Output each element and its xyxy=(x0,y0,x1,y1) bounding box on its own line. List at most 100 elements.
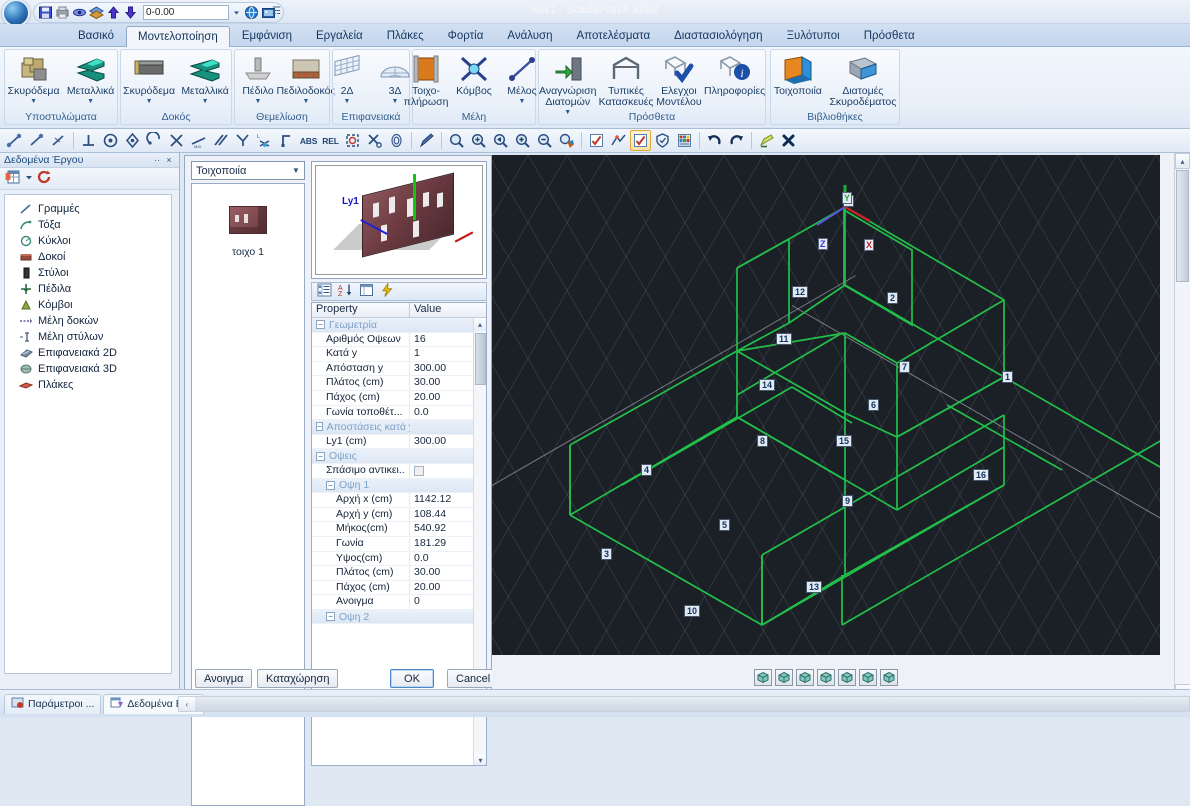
checkbox[interactable] xyxy=(414,465,424,476)
node-label[interactable]: 2 xyxy=(887,292,899,304)
property-pages-icon[interactable] xyxy=(359,283,374,300)
scroll-up-icon[interactable]: ▴ xyxy=(1175,153,1190,169)
chevron-down-icon[interactable]: ▼ xyxy=(30,98,37,105)
chevron-down-icon[interactable]: ▼ xyxy=(288,166,304,175)
collapse-expander-icon[interactable]: − xyxy=(316,451,325,461)
node-label[interactable]: 5 xyxy=(719,519,731,531)
tree-item-5[interactable]: Πέδιλα xyxy=(5,281,171,297)
undo-icon[interactable] xyxy=(704,130,725,151)
table-icon[interactable] xyxy=(674,130,695,151)
quick-access-more-button[interactable]: ☴ xyxy=(272,6,281,17)
node-label[interactable]: 15 xyxy=(836,435,853,447)
property-category-row[interactable]: − Οψη 2 xyxy=(312,609,486,625)
node-label[interactable]: 1 xyxy=(1002,371,1014,383)
chevron-down-icon[interactable]: ▼ xyxy=(344,98,351,105)
chevron-down-icon[interactable]: ▼ xyxy=(202,98,209,105)
tree-item-6[interactable]: Κόμβοι xyxy=(5,297,171,313)
zoom-window-icon[interactable] xyxy=(446,130,467,151)
front-view-icon[interactable] xyxy=(817,669,835,686)
tree-item-1[interactable]: Τόξα xyxy=(5,217,171,233)
node-label[interactable]: 6 xyxy=(868,399,880,411)
tree-item-9[interactable]: Επιφανειακά 2D xyxy=(5,345,171,361)
node-label[interactable]: 10 xyxy=(684,605,701,617)
ortho-icon[interactable] xyxy=(276,130,297,151)
ribbon-button-5-3[interactable]: i Πληροφορίες xyxy=(704,52,765,117)
ribbon-button-0-0[interactable]: Σκυρόδεμα ▼ xyxy=(5,52,62,106)
tree-item-4[interactable]: Στύλοι xyxy=(5,265,171,281)
tree-item-3[interactable]: Δοκοί xyxy=(5,249,171,265)
property-category-row[interactable]: − Οψεις xyxy=(312,449,486,464)
zoom-extents-icon[interactable] xyxy=(468,130,489,151)
back-view-icon[interactable] xyxy=(859,669,877,686)
pan-icon[interactable] xyxy=(556,130,577,151)
property-row[interactable]: Πλάτος (cm) 30.00 xyxy=(312,566,486,581)
ribbon-tab-9[interactable]: Ξυλότυποι xyxy=(775,25,852,46)
ribbon-button-5-1[interactable]: Τυπικές Κατασκευές xyxy=(598,52,654,117)
ribbon-button-3-0[interactable]: 2Δ ▼ xyxy=(324,52,370,106)
polyline-icon[interactable] xyxy=(26,130,47,151)
property-row[interactable]: Αριθμός Οψεων 16 xyxy=(312,332,486,348)
ribbon-button-4-0[interactable]: Τοιχο- πλήρωση xyxy=(403,52,449,109)
property-category-row[interactable]: − Οψη 1 xyxy=(312,478,486,494)
wall-list-item[interactable]: τοιχο 1 xyxy=(192,184,304,258)
viewport-vertical-scrollbar[interactable]: ▴ ▾ xyxy=(1174,153,1190,700)
node-label[interactable]: 12 xyxy=(792,286,809,298)
top-view-icon[interactable] xyxy=(880,669,898,686)
property-category-row[interactable]: − Γεωμετρία xyxy=(312,318,486,333)
horizontal-scrollbar[interactable]: ‹ xyxy=(178,696,1190,712)
hscroll-thumb[interactable] xyxy=(195,697,1189,711)
iso-view3-icon[interactable] xyxy=(796,669,814,686)
clear-snap-icon[interactable] xyxy=(364,130,385,151)
node-label[interactable]: 7 xyxy=(899,361,911,373)
scroll-left-icon[interactable]: ‹ xyxy=(179,697,195,711)
fingerprint-icon[interactable] xyxy=(386,130,407,151)
collapse-expander-icon[interactable]: − xyxy=(326,612,335,622)
tree-item-11[interactable]: Πλάκες xyxy=(5,377,171,393)
dialog-button--[interactable]: Ανοιγμα xyxy=(195,669,253,688)
property-row[interactable]: Σπάσιμο αντικει.. xyxy=(312,463,486,479)
local-coords-icon[interactable]: L xyxy=(254,130,275,151)
property-row[interactable]: Ανοιγμα 0 xyxy=(312,595,486,610)
ribbon-tab-3[interactable]: Εργαλεία xyxy=(304,25,375,46)
ribbon-button-1-1[interactable]: Μεταλλικά ▼ xyxy=(179,52,231,106)
check-red-icon[interactable] xyxy=(630,130,651,151)
property-row[interactable]: Αρχή y (cm) 108.44 xyxy=(312,507,486,523)
dropdown-caret-icon[interactable] xyxy=(25,169,33,188)
ribbon-button-2-0[interactable]: Πέδιλο ▼ xyxy=(235,52,281,106)
side-view-icon[interactable] xyxy=(838,669,856,686)
tree-item-0[interactable]: Γραμμές xyxy=(5,201,171,217)
node-label[interactable]: 3 xyxy=(601,548,613,560)
rotate-snap-icon[interactable] xyxy=(144,130,165,151)
collapse-expander-icon[interactable]: − xyxy=(316,320,325,330)
chevron-down-icon[interactable]: ▼ xyxy=(255,98,262,105)
ribbon-button-5-2[interactable]: Ελεγχοι Μοντέλου xyxy=(656,52,703,117)
property-category-row[interactable]: − Αποστάσεις κατά y xyxy=(312,420,486,435)
property-row[interactable]: Υψος(cm) 0.0 xyxy=(312,551,486,567)
ribbon-tab-0[interactable]: Βασικό xyxy=(66,25,126,46)
ribbon-button-2-1[interactable]: Πεδιλοδοκός ▼ xyxy=(276,52,336,106)
node-label[interactable]: 14 xyxy=(759,379,776,391)
zoom-previous-icon[interactable] xyxy=(490,130,511,151)
category-combobox[interactable]: Τοιχοποιία ▼ xyxy=(191,161,305,180)
categorized-icon[interactable] xyxy=(317,283,332,300)
model-viewport-3d[interactable]: 712211714168154169531310YZX xyxy=(492,155,1160,655)
scroll-thumb[interactable] xyxy=(475,333,486,385)
eraser-icon[interactable] xyxy=(756,130,777,151)
intersection-icon[interactable] xyxy=(166,130,187,151)
property-row[interactable]: Ly1 (cm) 300.00 xyxy=(312,434,486,450)
property-row[interactable]: Μήκος(cm) 540.92 xyxy=(312,522,486,537)
status-tab-0[interactable]: Παράμετροι ... xyxy=(4,693,102,714)
dialog-button--[interactable]: Καταχώρηση xyxy=(257,669,339,688)
ribbon-tab-2[interactable]: Εμφάνιση xyxy=(230,25,304,46)
tree-item-10[interactable]: Επιφανειακά 3D xyxy=(5,361,171,377)
rel-label[interactable]: REL xyxy=(320,130,341,151)
property-row[interactable]: Γωνία τοποθέτ... 0.0 xyxy=(312,405,486,421)
node-snap-icon[interactable] xyxy=(122,130,143,151)
refresh-icon[interactable] xyxy=(36,169,53,188)
ribbon-button-4-1[interactable]: Κόμβος xyxy=(451,52,497,109)
chevron-down-icon[interactable]: ▼ xyxy=(146,98,153,105)
abs-label[interactable]: ABS xyxy=(298,130,319,151)
apparent-intersection-icon[interactable] xyxy=(232,130,253,151)
ribbon-tab-10[interactable]: Πρόσθετα xyxy=(852,25,927,46)
zoom-in-icon[interactable] xyxy=(512,130,533,151)
